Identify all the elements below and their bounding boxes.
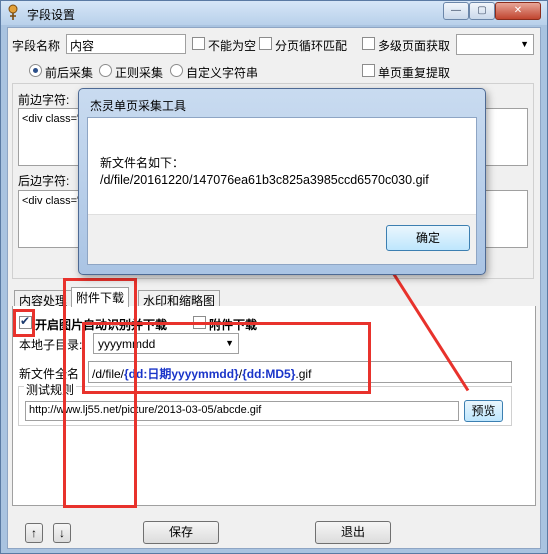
- radio-custom-label: 自定义字符串: [186, 66, 259, 80]
- multi-page-checkbox[interactable]: [362, 37, 375, 50]
- radio-regex-label: 正则采集: [115, 66, 164, 80]
- local-dir-value: yyyymmdd: [98, 337, 156, 351]
- field-name-input[interactable]: 内容: [66, 34, 186, 54]
- test-rule-label: 测试规则: [24, 381, 77, 398]
- radio-before-after-label: 前后采集: [45, 66, 94, 80]
- new-name-prefix: /d/file/: [92, 367, 125, 381]
- exit-button[interactable]: 退出: [315, 521, 391, 544]
- multi-page-combo[interactable]: ▼: [456, 34, 534, 55]
- new-name-label: 新文件全名: [19, 367, 80, 381]
- move-up-button[interactable]: ↑: [25, 523, 43, 543]
- single-page-repeat-label: 单页重复提取: [378, 66, 451, 80]
- local-dir-label: 本地子目录:: [19, 338, 83, 352]
- app-icon: [8, 4, 18, 20]
- not-empty-checkbox[interactable]: [192, 37, 205, 50]
- chevron-down-icon: ▼: [520, 39, 529, 49]
- dialog-ok-button[interactable]: 确定: [386, 225, 470, 251]
- auto-detect-checkbox[interactable]: [19, 314, 32, 329]
- maximize-button[interactable]: ▢: [469, 2, 495, 20]
- tab-content-processing[interactable]: 内容处理: [14, 290, 73, 308]
- attachment-download-checkbox[interactable]: [193, 316, 206, 329]
- close-button[interactable]: ✕: [495, 2, 541, 20]
- single-page-repeat-checkbox[interactable]: [362, 64, 375, 77]
- dialog-footer: 确定: [88, 214, 476, 264]
- title-bar: 字段设置 — ▢ ✕: [1, 1, 547, 25]
- dialog-message-line1: 新文件名如下：: [100, 156, 185, 170]
- attachment-download-label: 附件下载: [209, 318, 258, 332]
- page-loop-label: 分页循环匹配: [275, 39, 348, 53]
- tab-attachment-download[interactable]: 附件下载: [71, 287, 130, 307]
- chevron-down-icon: ▼: [225, 338, 234, 348]
- tab-watermark-thumbnail[interactable]: 水印和缩略图: [138, 290, 221, 308]
- dialog-title: 杰灵单页采集工具: [90, 99, 187, 113]
- new-name-suffix: .gif: [295, 367, 312, 381]
- save-button[interactable]: 保存: [143, 521, 219, 544]
- app-window: 字段设置 — ▢ ✕ 字段名称 内容 不能为空 分页循环匹配 多级页面获取 ▼ …: [0, 0, 548, 554]
- after-label: 后边字符:: [18, 174, 70, 188]
- dialog-body: 新文件名如下： /d/file/20161220/147076ea61b3c82…: [87, 117, 477, 265]
- auto-detect-label: 开启图片自动识别并下载: [35, 318, 168, 332]
- new-name-md5-token: {dd:MD5}: [242, 367, 296, 381]
- window-title: 字段设置: [27, 8, 76, 22]
- new-name-input[interactable]: /d/file/{dd:日期yyyymmdd}/{dd:MD5}.gif: [88, 361, 512, 383]
- preview-button[interactable]: 预览: [464, 400, 503, 422]
- page-loop-checkbox[interactable]: [259, 37, 272, 50]
- not-empty-label: 不能为空: [208, 39, 257, 53]
- radio-before-after[interactable]: [29, 64, 42, 77]
- minimize-button[interactable]: —: [443, 2, 469, 20]
- radio-regex[interactable]: [99, 64, 112, 77]
- before-label: 前边字符:: [18, 93, 70, 107]
- info-dialog: 杰灵单页采集工具 新文件名如下： /d/file/20161220/147076…: [78, 88, 486, 275]
- local-dir-combo[interactable]: yyyymmdd ▼: [93, 333, 239, 354]
- multi-page-label: 多级页面获取: [378, 39, 451, 53]
- new-name-date-token: {dd:日期yyyymmdd}: [124, 367, 239, 381]
- field-name-label: 字段名称: [12, 39, 61, 53]
- dialog-message-line2: /d/file/20161220/147076ea61b3c825a3985cc…: [100, 173, 429, 187]
- radio-custom[interactable]: [170, 64, 183, 77]
- test-url-input[interactable]: http://www.lj55.net/picture/2013-03-05/a…: [25, 401, 459, 421]
- move-down-button[interactable]: ↓: [53, 523, 71, 543]
